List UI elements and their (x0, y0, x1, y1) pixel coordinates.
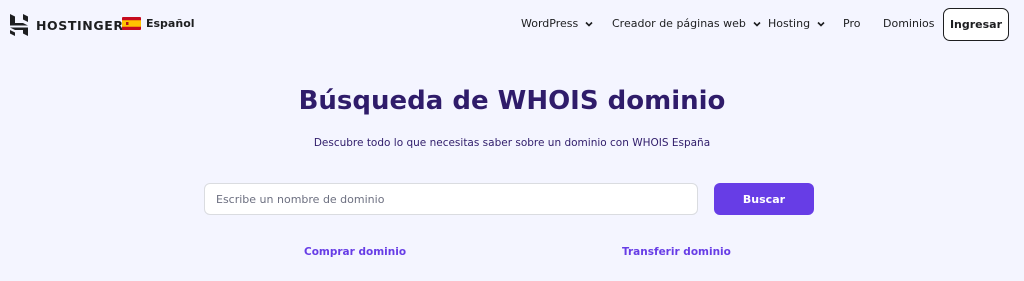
chevron-down-icon (753, 21, 761, 27)
search-button[interactable]: Buscar (714, 183, 814, 215)
hostinger-logo[interactable]: HOSTINGER (10, 14, 124, 36)
transfer-domain-link[interactable]: Transferir dominio (622, 246, 731, 258)
nav-hosting[interactable]: Hosting (768, 17, 826, 30)
nav-wordpress-label: WordPress (521, 17, 579, 30)
brand-name: HOSTINGER (36, 17, 124, 33)
nav-hosting-label: Hosting (768, 17, 811, 30)
spain-flag-icon (122, 17, 141, 30)
nav-dominios[interactable]: Dominios (883, 17, 934, 30)
domain-search-input[interactable] (204, 183, 698, 215)
site-header: HOSTINGER Español WordPress Creador de p… (0, 0, 1024, 50)
nav-dominios-label: Dominios (883, 17, 935, 30)
language-selector[interactable]: Español (122, 17, 195, 30)
page-title: Búsqueda de WHOIS dominio (298, 86, 726, 116)
nav-creador-label: Creador de páginas web (612, 17, 746, 30)
nav-wordpress[interactable]: WordPress (521, 17, 594, 30)
language-label: Español (146, 17, 195, 30)
chevron-down-icon (585, 21, 593, 27)
nav-creador-paginas-web[interactable]: Creador de páginas web (612, 17, 762, 30)
nav-pro[interactable]: Pro (843, 17, 860, 30)
hostinger-logo-icon (10, 14, 28, 36)
page-subtitle: Descubre todo lo que necesitas saber sob… (313, 137, 711, 149)
login-button[interactable]: Ingresar (943, 8, 1009, 41)
chevron-down-icon (817, 21, 825, 27)
buy-domain-link[interactable]: Comprar dominio (304, 246, 406, 258)
nav-pro-label: Pro (843, 17, 861, 30)
